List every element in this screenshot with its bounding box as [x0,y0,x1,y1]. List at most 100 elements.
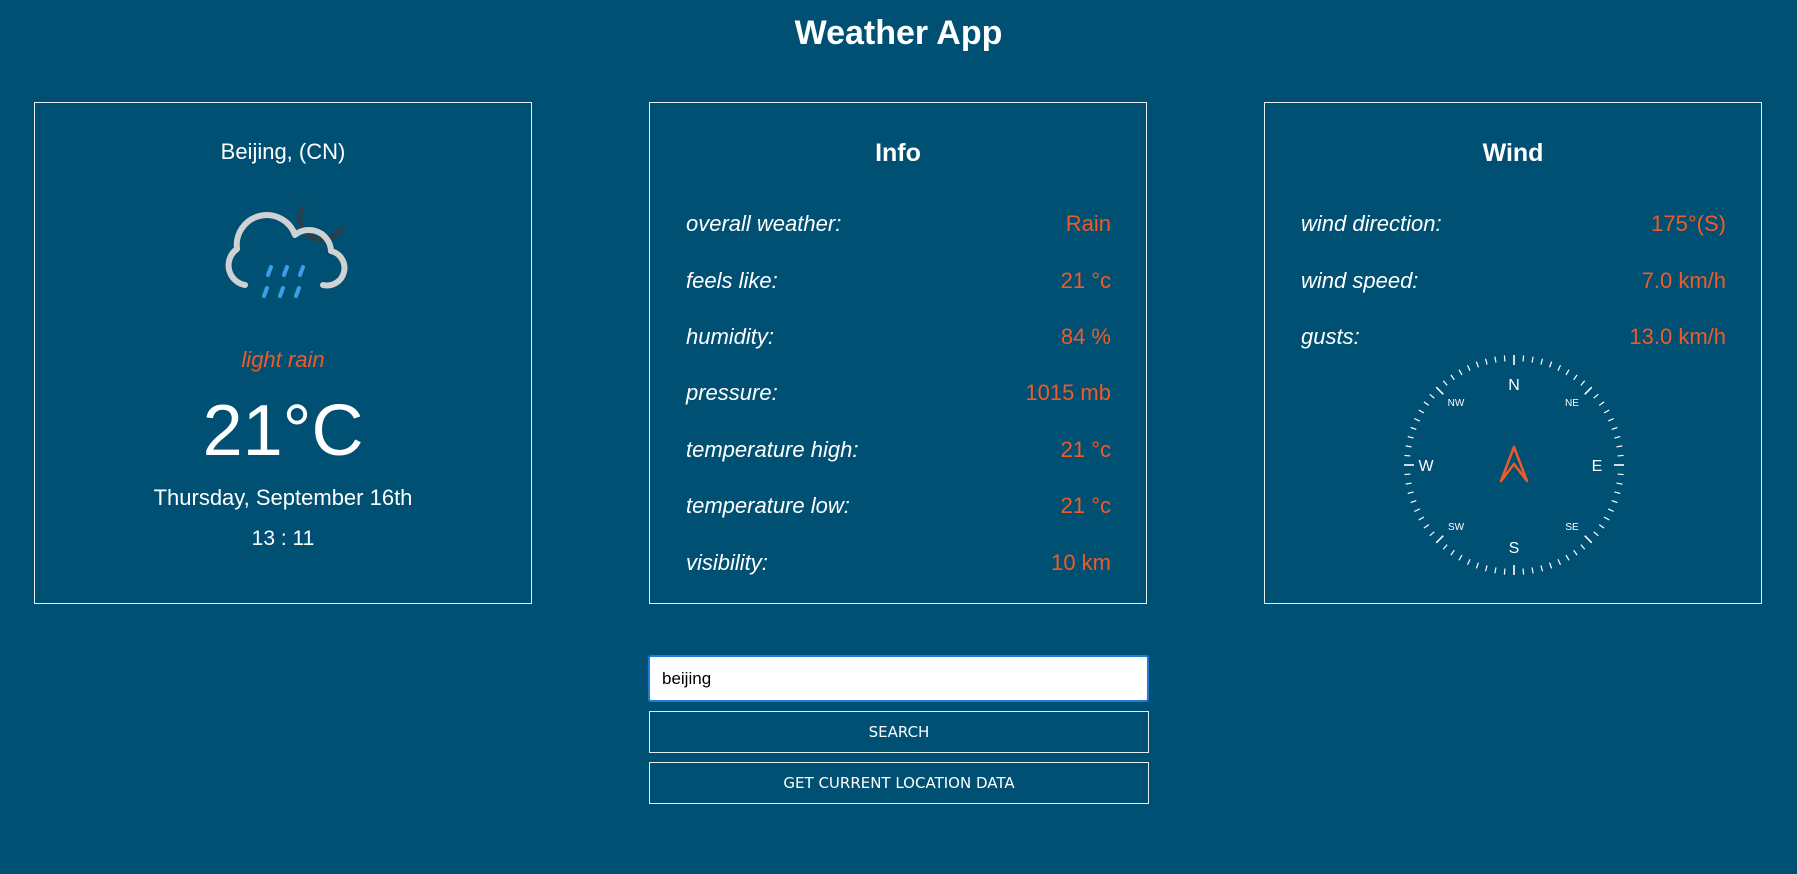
search-input[interactable] [648,655,1149,702]
compass-tick [1484,358,1488,365]
current-temperature: 21°C [202,391,364,471]
search-button[interactable]: SEARCH [649,711,1149,753]
current-location-button[interactable]: GET CURRENT LOCATION DATA [649,762,1149,804]
compass-tick [1418,516,1425,521]
compass-tick [1466,559,1471,565]
compass-label-ne: NE [1565,398,1579,409]
compass-tick [1540,358,1544,365]
stat-value: 21 °c [1060,436,1111,462]
stat-value: Rain [1065,211,1111,237]
compass-tick [1494,356,1497,363]
stat-label: wind speed: [1301,267,1419,293]
current-weather-card: Beijing, (CN) light rain 21°C Thursday, … [34,102,532,604]
info-row-temperature-high: temperature high: 21 °c [686,422,1111,478]
compass-tick [1557,559,1562,565]
info-row-overall-weather: overall weather: Rain [686,196,1111,252]
compass-tick [1407,491,1414,495]
compass-tick [1522,568,1525,575]
compass-tick [1573,549,1578,556]
compass-tick [1442,380,1448,386]
info-row-pressure: pressure: 1015 mb [686,365,1111,421]
compass-tick [1458,369,1463,376]
compass-label-se: SE [1565,522,1579,533]
stat-value: 175°(S) [1651,211,1726,237]
compass-tick [1404,454,1411,457]
stat-value: 13.0 km/h [1629,323,1726,349]
compass-tick [1435,535,1444,544]
compass-tick [1557,365,1562,371]
compass-tick [1593,393,1599,399]
location-name: Beijing, (CN) [220,139,346,164]
info-list: overall weather: Rain feels like: 21 °c … [686,196,1111,591]
info-heading: Info [875,139,921,167]
compass-tick [1584,535,1593,544]
compass-tick [1549,562,1553,569]
compass-label-s: S [1509,540,1520,557]
stat-label: visibility: [686,549,768,575]
compass-tick [1458,554,1463,561]
compass-tick [1611,500,1618,504]
compass-tick [1611,426,1618,430]
compass-tick [1540,565,1544,572]
compass-label-e: E [1592,458,1603,475]
compass-tick [1608,508,1614,513]
compass-tick [1404,473,1411,476]
compass-label-n: N [1508,377,1520,394]
compass-tick [1466,365,1471,371]
current-date: Thursday, September 16th [153,485,413,510]
compass-tick [1503,355,1506,362]
wind-list: wind direction: 175°(S) wind speed: 7.0 … [1301,196,1726,365]
stat-label: overall weather: [686,211,842,237]
compass-tick [1423,524,1430,529]
compass-tick [1565,554,1570,561]
wind-card: Wind wind direction: 175°(S) wind speed:… [1264,102,1762,604]
compass-tick [1405,482,1412,485]
compass-tick [1475,562,1479,569]
stat-label: wind direction: [1301,211,1442,237]
compass-tick [1616,445,1623,448]
stat-value: 1015 mb [1025,380,1111,406]
compass-needle [1499,445,1529,483]
compass-tick [1450,374,1455,381]
wind-row-direction: wind direction: 175°(S) [1301,196,1726,252]
weather-description: light rain [241,347,325,372]
compass-tick [1573,374,1578,381]
compass: N S E W NE NW SE SW [1404,355,1624,575]
compass-tick [1598,401,1605,406]
compass-tick [1549,361,1553,368]
compass-tick [1617,473,1624,476]
compass-tick [1614,491,1621,495]
compass-tick [1414,508,1420,513]
stat-value: 84 % [1060,323,1111,349]
compass-tick [1580,380,1586,386]
app-title: Weather App [794,14,1003,52]
compass-tick [1442,544,1448,550]
info-card: Info overall weather: Rain feels like: 2… [649,102,1147,604]
compass-tick [1410,500,1417,504]
compass-tick [1414,417,1420,422]
compass-tick [1429,531,1435,537]
wind-heading: Wind [1482,139,1544,167]
stat-value: 10 km [1051,549,1111,575]
compass-tick [1410,426,1417,430]
compass-tick [1484,565,1488,572]
compass-tick [1407,435,1414,439]
compass-tick [1429,393,1435,399]
stat-label: pressure: [686,380,778,406]
stat-label: humidity: [686,323,775,349]
compass-tick [1608,417,1614,422]
stat-label: temperature low: [686,493,850,519]
compass-tick [1423,401,1430,406]
compass-tick [1603,409,1610,414]
stat-value: 7.0 km/h [1641,267,1726,293]
compass-tick [1522,355,1525,362]
stat-label: feels like: [686,267,778,293]
compass-tick [1503,568,1506,575]
info-row-humidity: humidity: 84 % [686,309,1111,365]
stat-value: 21 °c [1060,267,1111,293]
compass-tick [1531,567,1534,574]
compass-tick [1614,435,1621,439]
info-row-visibility: visibility: 10 km [686,534,1111,590]
current-time: 13 : 11 [251,527,315,550]
info-row-feels-like: feels like: 21 °c [686,252,1111,308]
